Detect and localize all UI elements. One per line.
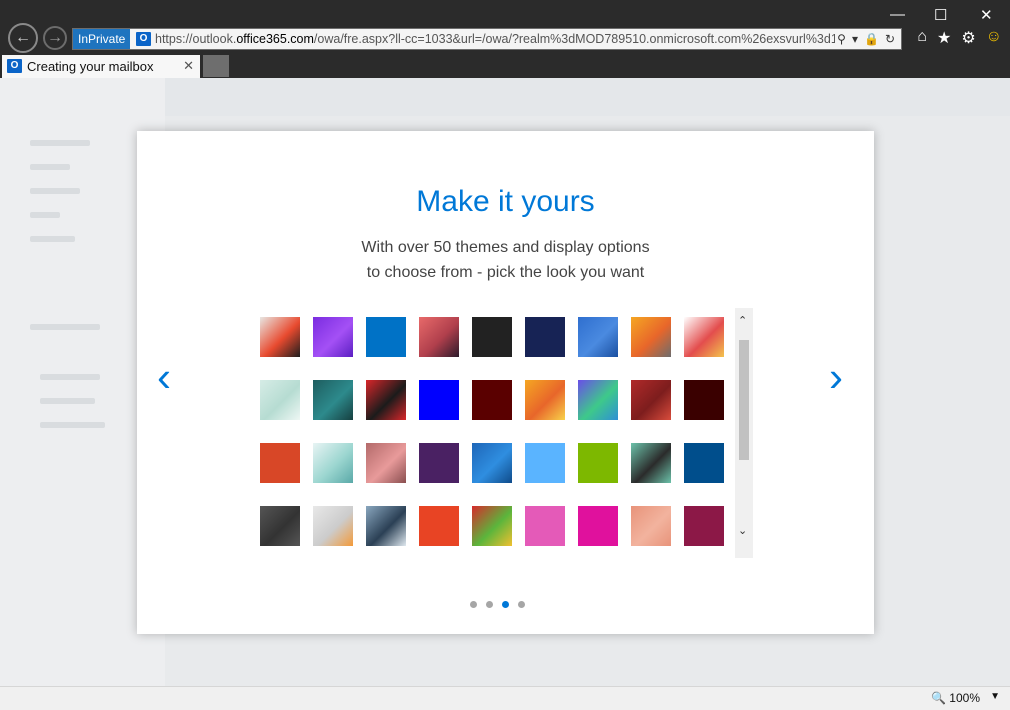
settings-gear-icon[interactable]: ⚙ — [961, 28, 975, 48]
address-bar[interactable]: InPrivate O https://outlook.office365.co… — [72, 28, 902, 50]
theme-swatch[interactable] — [366, 317, 406, 357]
tab-close-icon[interactable]: ✕ — [183, 58, 194, 74]
search-icon[interactable]: ⚲ — [837, 29, 846, 49]
forward-button[interactable]: → — [43, 26, 67, 50]
theme-swatch[interactable] — [366, 506, 406, 546]
theme-grid — [260, 317, 732, 557]
theme-swatch[interactable] — [472, 506, 512, 546]
scroll-down-icon[interactable]: ⌄ — [738, 524, 747, 537]
status-bar: 🔍 100% ▼ — [0, 686, 1010, 710]
url-text[interactable]: https://outlook.office365.com/owa/fre.as… — [155, 29, 835, 49]
theme-swatch[interactable] — [631, 317, 671, 357]
back-arrow-icon: ← — [15, 29, 31, 46]
theme-swatch[interactable] — [631, 506, 671, 546]
minimize-icon[interactable]: — — [890, 6, 905, 23]
theme-swatch[interactable] — [472, 317, 512, 357]
theme-swatch[interactable] — [578, 380, 618, 420]
favorites-star-icon[interactable]: ★ — [937, 28, 951, 48]
theme-swatch[interactable] — [313, 506, 353, 546]
page-indicator — [470, 601, 525, 608]
dialog-subtitle-line2: to choose from - pick the look you want — [366, 264, 645, 281]
dropdown-icon[interactable]: ▾ — [852, 29, 858, 49]
theme-swatch[interactable] — [578, 317, 618, 357]
lock-icon[interactable]: 🔒 — [864, 29, 879, 49]
refresh-icon[interactable]: ↻ — [885, 29, 895, 49]
scroll-up-icon[interactable]: ⌃ — [738, 314, 747, 327]
zoom-level[interactable]: 🔍 100% — [931, 691, 980, 705]
background-placeholder — [40, 374, 100, 380]
background-placeholder — [30, 212, 60, 218]
page-dot[interactable] — [518, 601, 525, 608]
background-placeholder — [30, 164, 70, 170]
theme-swatch[interactable] — [313, 380, 353, 420]
theme-swatch[interactable] — [684, 380, 724, 420]
theme-swatch[interactable] — [525, 443, 565, 483]
next-arrow-icon[interactable]: › — [829, 353, 843, 401]
theme-swatch[interactable] — [419, 380, 459, 420]
theme-swatch[interactable] — [684, 443, 724, 483]
theme-swatch[interactable] — [631, 443, 671, 483]
dialog-subtitle-line1: With over 50 themes and display options — [361, 239, 650, 256]
theme-swatch[interactable] — [525, 506, 565, 546]
background-placeholder — [30, 140, 90, 146]
theme-swatch[interactable] — [260, 317, 300, 357]
theme-swatch[interactable] — [260, 506, 300, 546]
address-bar-actions: ⚲ ▾ 🔒 ↻ — [837, 29, 895, 49]
theme-scrollbar[interactable]: ⌃ ⌄ — [735, 308, 753, 558]
inprivate-badge: InPrivate — [73, 29, 131, 49]
scroll-thumb[interactable] — [739, 340, 749, 460]
outlook-favicon-icon: O — [136, 32, 151, 46]
maximize-icon[interactable]: ☐ — [934, 6, 947, 24]
theme-swatch[interactable] — [419, 506, 459, 546]
page-dot[interactable] — [486, 601, 493, 608]
theme-swatch[interactable] — [525, 317, 565, 357]
previous-arrow-icon[interactable]: ‹ — [157, 353, 171, 401]
browser-toolbar: ⌂ ★ ⚙ ☺ — [917, 28, 1002, 48]
page-dot[interactable] — [502, 601, 509, 608]
theme-swatch[interactable] — [631, 380, 671, 420]
new-tab-button[interactable] — [203, 55, 229, 77]
background-placeholder — [40, 422, 105, 428]
background-placeholder — [30, 324, 100, 330]
dialog-title: Make it yours — [416, 185, 595, 218]
theme-swatch[interactable] — [366, 443, 406, 483]
theme-swatch[interactable] — [684, 506, 724, 546]
theme-swatch[interactable] — [313, 317, 353, 357]
theme-swatch[interactable] — [472, 443, 512, 483]
background-placeholder — [40, 398, 95, 404]
tab-creating-mailbox[interactable]: O Creating your mailbox ✕ — [2, 55, 200, 78]
back-button[interactable]: ← — [8, 23, 38, 53]
tab-title: Creating your mailbox — [27, 59, 154, 74]
theme-picker-dialog: Make it yours With over 50 themes and di… — [137, 131, 874, 634]
forward-arrow-icon: → — [47, 29, 63, 46]
theme-swatch[interactable] — [260, 443, 300, 483]
feedback-smiley-icon[interactable]: ☺ — [986, 28, 1002, 48]
theme-swatch[interactable] — [366, 380, 406, 420]
theme-swatch[interactable] — [419, 443, 459, 483]
theme-swatch[interactable] — [313, 443, 353, 483]
home-icon[interactable]: ⌂ — [917, 28, 927, 48]
theme-swatch[interactable] — [684, 317, 724, 357]
theme-swatch[interactable] — [578, 443, 618, 483]
theme-swatch[interactable] — [260, 380, 300, 420]
theme-swatch[interactable] — [419, 317, 459, 357]
close-window-icon[interactable]: ✕ — [980, 6, 993, 24]
theme-swatch[interactable] — [472, 380, 512, 420]
theme-swatch[interactable] — [578, 506, 618, 546]
background-placeholder — [30, 236, 75, 242]
outlook-tab-icon: O — [7, 59, 22, 73]
zoom-dropdown-icon[interactable]: ▼ — [990, 691, 1000, 702]
page-dot[interactable] — [470, 601, 477, 608]
theme-swatch[interactable] — [525, 380, 565, 420]
background-placeholder — [30, 188, 80, 194]
browser-chrome: — ☐ ✕ ← → InPrivate O https://outlook.of… — [0, 0, 1010, 78]
